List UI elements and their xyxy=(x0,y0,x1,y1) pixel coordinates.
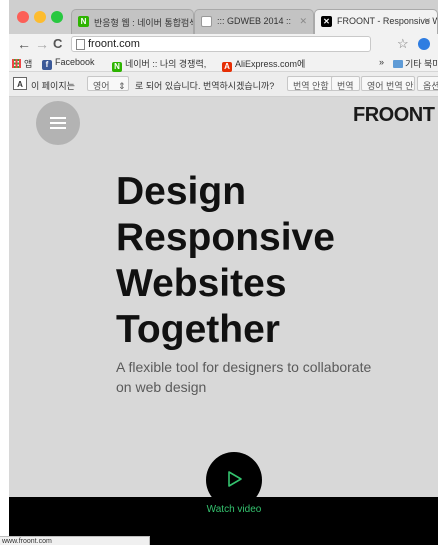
other-bookmarks-folder[interactable]: 기타 북마 xyxy=(393,57,438,70)
select-arrows-icon: ⇕ xyxy=(118,81,126,91)
document-icon xyxy=(201,16,212,27)
forward-button[interactable]: → xyxy=(35,35,49,53)
tab-title: ::: GDWEB 2014 :: xyxy=(217,16,292,26)
headline-line: Design xyxy=(116,170,247,213)
extension-icon[interactable] xyxy=(418,38,430,50)
hamburger-icon xyxy=(50,117,66,119)
folder-icon xyxy=(393,60,403,68)
translate-bar: A 이 페이지는 영어 ⇕ 로 되어 있습니다. 번역하시겠습니까? 번역 안함… xyxy=(9,72,438,97)
browser-toolbar: ← → C froont.com ☆ xyxy=(9,34,438,54)
play-video-button[interactable] xyxy=(206,452,262,508)
url-text: froont.com xyxy=(88,38,140,50)
translate-button[interactable]: 번역 xyxy=(331,76,360,91)
minimize-window-button[interactable] xyxy=(34,11,46,23)
more-bookmarks-button[interactable]: » xyxy=(379,57,384,67)
translate-question: 로 되어 있습니다. 번역하시겠습니까? xyxy=(135,81,275,91)
bookmark-aliexpress[interactable]: A AliExpress.com에 xyxy=(222,57,305,72)
close-window-button[interactable] xyxy=(17,11,29,23)
bookmark-facebook[interactable]: f Facebook xyxy=(42,57,95,70)
close-tab-icon[interactable]: ✕ xyxy=(423,16,431,27)
bookmark-star-icon[interactable]: ☆ xyxy=(397,35,409,53)
never-translate-english-button[interactable]: 영어 번역 안함 xyxy=(361,76,415,91)
apps-grid-icon xyxy=(12,59,21,68)
aliexpress-icon: A xyxy=(222,62,232,72)
tab-froont[interactable]: ✕ FROONT - Responsive W ✕ xyxy=(314,9,438,34)
tab-naver-search[interactable]: N 반응형 웹 : 네이버 통합검색 ✕ xyxy=(71,9,194,34)
naver-icon: N xyxy=(78,16,89,27)
bookmark-naver[interactable]: N 네이버 :: 나의 경쟁력, xyxy=(112,57,206,72)
froont-favicon-icon: ✕ xyxy=(321,16,332,27)
watch-video-link[interactable]: Watch video xyxy=(179,504,289,515)
froont-logo[interactable]: FROONT xyxy=(353,104,435,127)
bookmarks-bar: 앱 f Facebook N 네이버 :: 나의 경쟁력, A AliExpress.… xyxy=(9,54,438,72)
tab-gdweb[interactable]: ::: GDWEB 2014 :: ✕ xyxy=(194,9,314,34)
close-tab-icon[interactable]: ✕ xyxy=(179,16,187,27)
no-translate-button[interactable]: 번역 안함 xyxy=(287,76,335,91)
close-tab-icon[interactable]: ✕ xyxy=(299,16,307,27)
page-content: FROONT Design Responsive Websites Togeth… xyxy=(9,97,438,545)
headline-line: Together xyxy=(116,308,280,351)
play-icon xyxy=(228,471,242,487)
tab-strip: N 반응형 웹 : 네이버 통합검색 ✕ ::: GDWEB 2014 :: ✕… xyxy=(9,0,438,34)
hero-tagline: A flexible tool for designers to collabo… xyxy=(116,359,372,395)
browser-window: N 반응형 웹 : 네이버 통합검색 ✕ ::: GDWEB 2014 :: ✕… xyxy=(9,0,438,545)
headline-line: Websites xyxy=(116,262,287,305)
headline-line: Responsive xyxy=(116,216,335,259)
facebook-icon: f xyxy=(42,60,52,70)
translate-icon: A xyxy=(13,77,27,90)
back-button[interactable]: ← xyxy=(17,35,31,53)
naver-icon: N xyxy=(112,62,122,72)
options-button[interactable]: 옵션 xyxy=(417,76,438,91)
address-bar[interactable]: froont.com xyxy=(71,36,371,52)
apps-shortcut[interactable]: 앱 xyxy=(12,57,32,70)
page-icon xyxy=(76,39,85,50)
language-select[interactable]: 영어 ⇕ xyxy=(87,76,129,91)
translate-prefix: 이 페이지는 xyxy=(31,81,75,91)
zoom-window-button[interactable] xyxy=(51,11,63,23)
hamburger-menu-button[interactable] xyxy=(36,101,80,145)
status-bar-url: www.froont.com xyxy=(0,536,150,545)
reload-button[interactable]: C xyxy=(53,35,62,53)
hero-headline: Design Responsive Websites Together xyxy=(116,169,436,353)
